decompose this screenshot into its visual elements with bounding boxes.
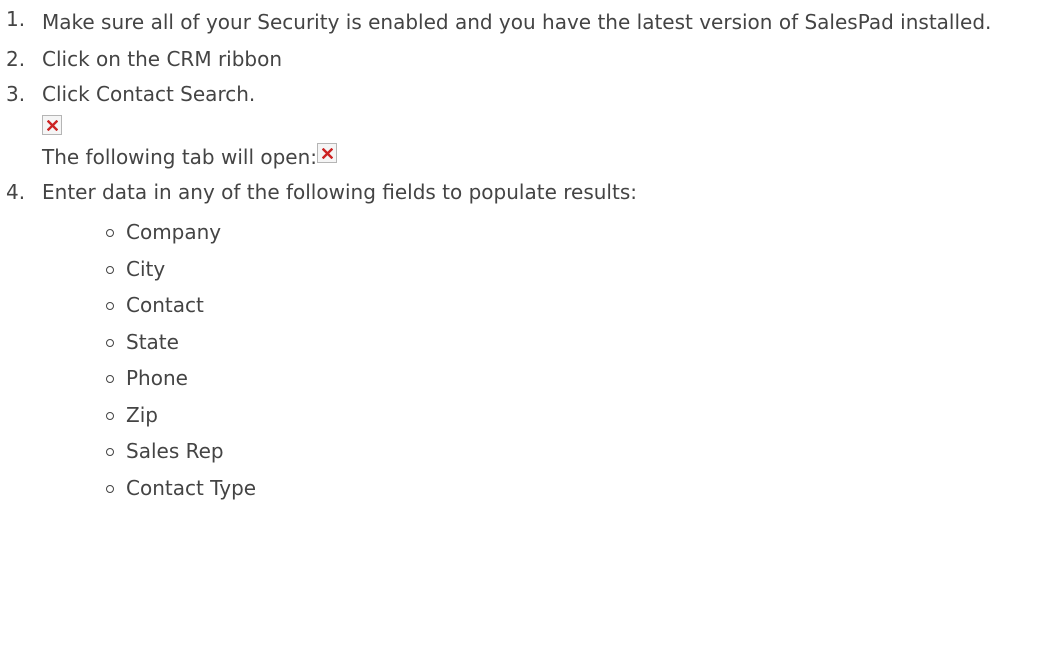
list-item: Contact — [104, 287, 1051, 324]
broken-image-icon — [317, 143, 338, 163]
step-text: Click on the CRM ribbon — [42, 47, 283, 71]
step-1: 1. Make sure all of your Security is ena… — [0, 2, 1051, 42]
step-number: 4. — [6, 180, 26, 204]
circle-bullet-icon — [106, 338, 114, 347]
list-item: Zip — [104, 397, 1051, 434]
step-number: 1. — [6, 7, 26, 31]
list-item: Company — [104, 214, 1051, 251]
list-item: Contact Type — [104, 470, 1051, 507]
field-list: Company City Contact State Phone Zip Sal… — [42, 210, 1051, 506]
instruction-steps: 1. Make sure all of your Security is ena… — [0, 2, 1051, 506]
followup-line: The following tab will open: — [42, 140, 1051, 175]
list-item: City — [104, 251, 1051, 288]
circle-bullet-icon — [106, 265, 114, 274]
step-text: Make sure all of your Security is enable… — [42, 10, 992, 34]
circle-bullet-icon — [106, 411, 114, 420]
list-item: Phone — [104, 360, 1051, 397]
circle-bullet-icon — [106, 302, 114, 310]
broken-image-icon — [42, 115, 62, 135]
list-item: Sales Rep — [104, 433, 1051, 470]
circle-bullet-icon — [106, 484, 114, 493]
circle-bullet-icon — [106, 448, 114, 456]
list-item: State — [104, 324, 1051, 361]
circle-bullet-icon — [106, 229, 114, 237]
step-text: Enter data in any of the following field… — [42, 180, 637, 204]
step-2: 2. Click on the CRM ribbon — [0, 42, 1051, 77]
image-row — [42, 112, 1051, 140]
circle-bullet-icon — [106, 375, 114, 383]
step-number: 3. — [6, 82, 26, 106]
step-text: Click Contact Search. — [42, 82, 256, 106]
step-number: 2. — [6, 47, 26, 71]
step-3: 3. Click Contact Search. The following t… — [0, 77, 1051, 175]
followup-text: The following tab will open: — [42, 145, 318, 169]
step-4: 4. Enter data in any of the following fi… — [0, 175, 1051, 506]
